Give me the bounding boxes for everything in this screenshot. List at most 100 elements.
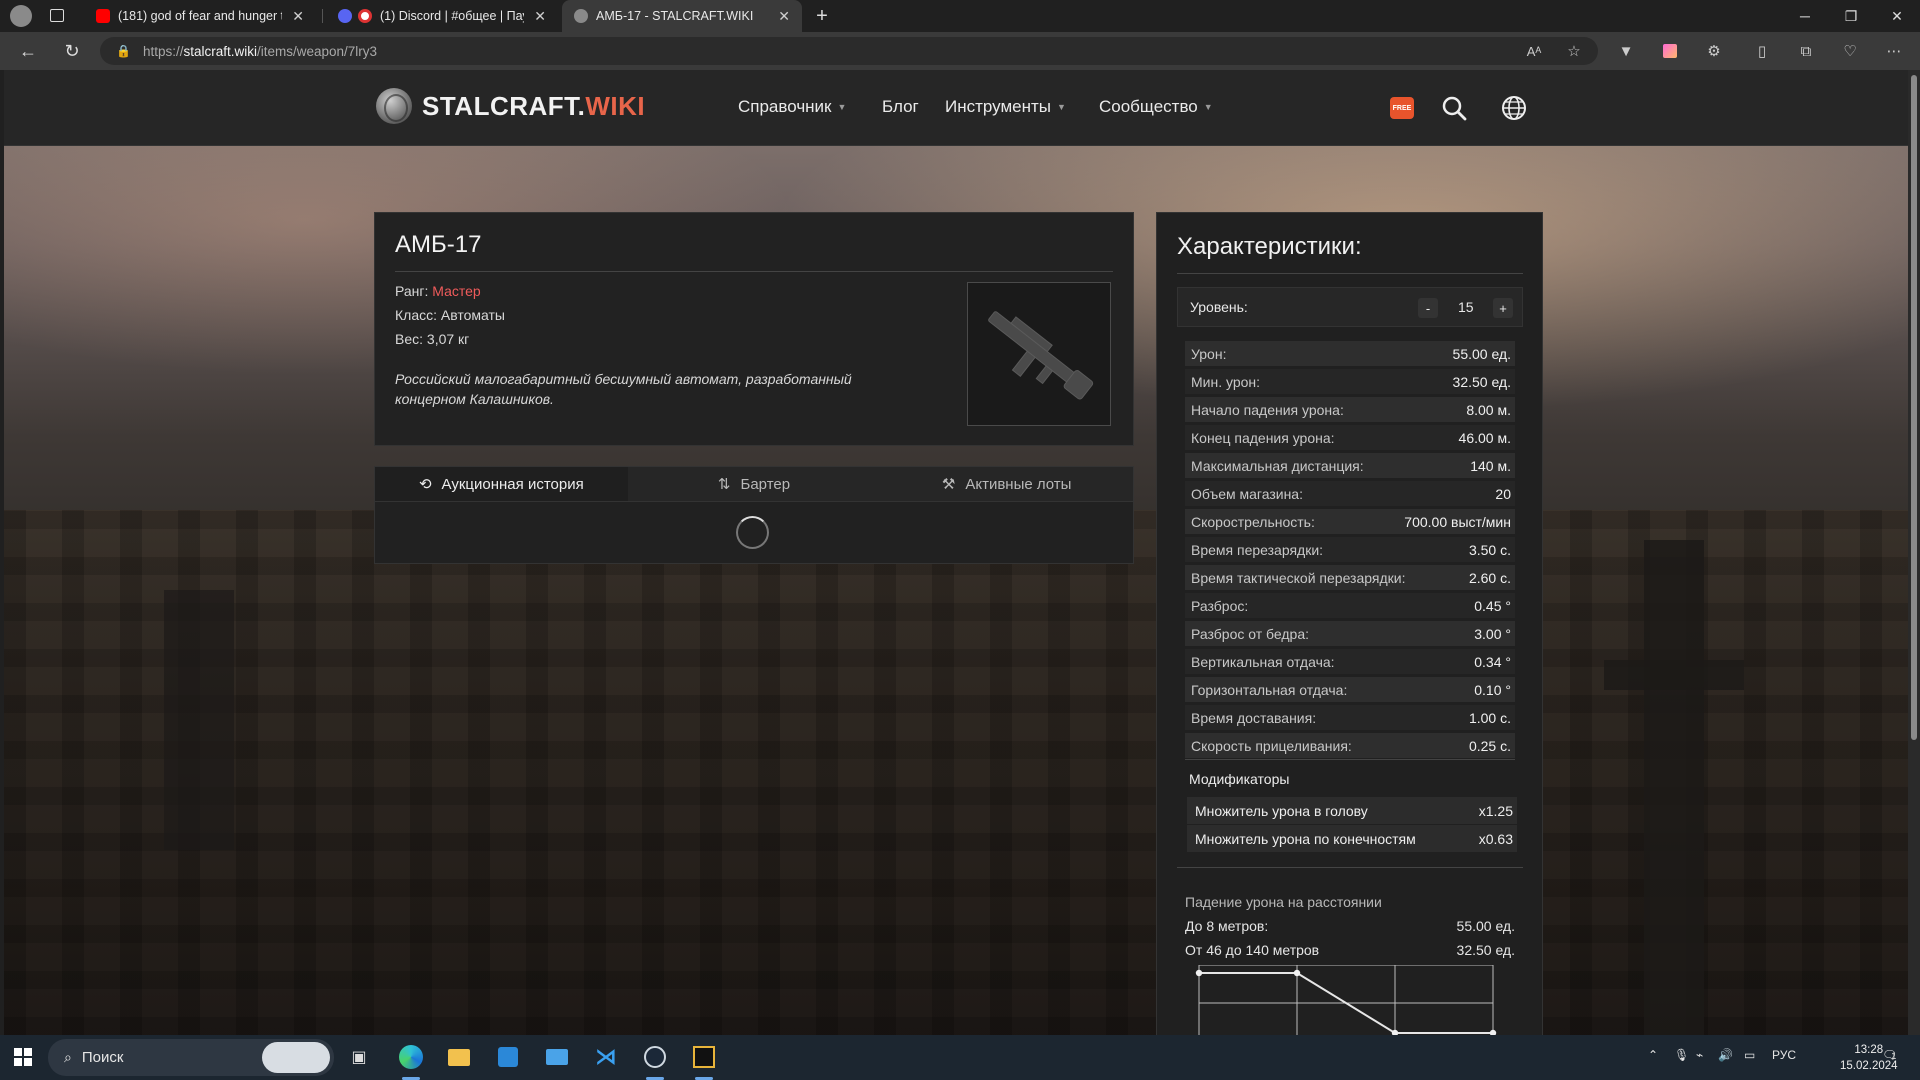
mail-icon[interactable] [542, 1042, 572, 1072]
youtube-favicon-icon [96, 9, 110, 23]
stat-row: Время перезарядки: 3.50 с. [1185, 537, 1515, 562]
split-screen-icon[interactable]: ▯ [1752, 41, 1772, 61]
site-logo[interactable]: STALCRAFT.WIKI [376, 88, 645, 124]
back-button[interactable]: ← [16, 39, 40, 63]
stat-label: Разброс от бедра: [1191, 625, 1309, 642]
vscode-icon[interactable]: ⋊ [591, 1042, 621, 1072]
tab-active-lots[interactable]: ⚒ Активные лоты [880, 467, 1133, 501]
extension-v-icon[interactable]: ▼ [1616, 41, 1636, 61]
page-scrollbar-thumb[interactable] [1911, 75, 1917, 740]
browser-tab-stalcraft[interactable]: АМБ-17 - STALCRAFT.WIKI ✕ [562, 0, 802, 32]
windows-start-icon[interactable] [8, 1042, 38, 1072]
stat-value: 32.50 ед. [1452, 373, 1511, 390]
read-aloud-icon[interactable]: Aᴬ [1524, 41, 1544, 61]
browser-tab-youtube[interactable]: (181) god of fear and hunger the ✕ [84, 0, 316, 32]
taskbar: ⌕ Поиск ▣ ⋊ ⌃ 🎙 ⌁ 🔊 ▭ РУС 13:28 15.02.20… [0, 1035, 1920, 1080]
stat-row: Скорость прицеливания: 0.25 с. [1185, 733, 1515, 758]
tab-actions-icon[interactable] [50, 9, 64, 22]
tab-title: (181) god of fear and hunger the [118, 9, 283, 23]
favorite-star-icon[interactable]: ☆ [1564, 41, 1584, 61]
browser-toolbar: ← ↻ 🔒 https://stalcraft.wiki/items/weapo… [0, 32, 1920, 70]
stat-row: Начало падения урона: 8.00 м. [1185, 397, 1515, 422]
stat-row: Горизонтальная отдача: 0.10 ° [1185, 677, 1515, 702]
free-badge-icon[interactable]: FREE [1390, 97, 1414, 119]
tab-auction-history[interactable]: ⟲ Аукционная история [375, 467, 628, 501]
stat-row: Урон: 55.00 ед. [1185, 341, 1515, 366]
edge-browser-icon[interactable] [396, 1042, 426, 1072]
profile-avatar[interactable] [10, 5, 32, 27]
language-globe-icon[interactable] [1500, 94, 1528, 122]
microphone-icon[interactable]: 🎙 [1674, 1048, 1689, 1062]
discord-favicon-icon [338, 9, 352, 23]
browser-essentials-icon[interactable]: ♡ [1840, 41, 1860, 61]
stat-row: Объем магазина: 20 [1185, 481, 1515, 506]
minimize-button[interactable]: ─ [1782, 0, 1828, 32]
stats-title: Характеристики: [1177, 233, 1362, 260]
tab-barter[interactable]: ⇅ Бартер [628, 467, 881, 501]
more-menu-icon[interactable]: ⋯ [1884, 41, 1904, 61]
url-prefix: https:// [142, 43, 184, 59]
rank-value: Мастер [432, 283, 481, 299]
taskbar-search[interactable]: ⌕ Поиск [48, 1039, 334, 1076]
rifle-icon [988, 311, 1094, 400]
close-tab-icon[interactable]: ✕ [292, 8, 304, 25]
nav-item-blog[interactable]: Блог [882, 97, 919, 117]
new-tab-button[interactable]: + [810, 4, 834, 28]
microsoft-store-icon[interactable] [493, 1042, 523, 1072]
loading-spinner-icon [736, 516, 769, 549]
notifications-icon[interactable]: 🗨1 [1882, 1048, 1897, 1062]
level-increase-button[interactable]: + [1493, 298, 1513, 318]
stat-value: 8.00 м. [1466, 401, 1511, 418]
stat-value: 700.00 выст/мин [1404, 513, 1511, 530]
browser-tab-discord[interactable]: (1) Discord | #общее | Пау ✕ [326, 0, 558, 32]
level-decrease-button[interactable]: - [1418, 298, 1438, 318]
task-view-icon[interactable]: ▣ [344, 1042, 374, 1072]
show-hidden-icons-icon[interactable]: ⌃ [1648, 1048, 1658, 1062]
logo-globe-icon [376, 88, 412, 124]
network-icon[interactable]: ⌁ [1696, 1048, 1703, 1062]
item-title: АМБ-17 [395, 231, 482, 258]
falloff-row: До 8 метров: 55.00 ед. [1185, 918, 1515, 934]
stat-row: Время тактической перезарядки: 2.60 с. [1185, 565, 1515, 590]
copilot-icon[interactable] [262, 1042, 330, 1073]
falloff-point [1293, 969, 1301, 977]
address-bar[interactable]: 🔒 https://stalcraft.wiki/items/weapon/7l… [100, 37, 1598, 65]
stat-value: 0.10 ° [1474, 681, 1511, 698]
stats-panel: Характеристики: Уровень: - 15 + Урон: 55.… [1156, 212, 1543, 1035]
stat-row: Разброс: 0.45 ° [1185, 593, 1515, 618]
tab-panel [374, 502, 1134, 564]
stat-label: Время тактической перезарядки: [1191, 569, 1406, 586]
stat-value: 0.34 ° [1474, 653, 1511, 670]
steam-icon[interactable] [640, 1042, 670, 1072]
page-viewport: STALCRAFT.WIKI Справочник ▼ Блог Инструме… [4, 70, 1908, 1035]
level-value: 15 [1458, 299, 1474, 315]
stalcraft-favicon-icon [574, 9, 588, 23]
search-icon[interactable] [1440, 94, 1468, 122]
volume-icon[interactable]: 🔊 [1718, 1048, 1733, 1062]
close-tab-icon[interactable]: ✕ [534, 8, 546, 25]
display-icon[interactable]: ▭ [1744, 1048, 1755, 1062]
reload-button[interactable]: ↻ [60, 39, 84, 63]
input-language[interactable]: РУС [1772, 1048, 1796, 1062]
close-tab-icon[interactable]: ✕ [778, 8, 790, 25]
nav-item-reference[interactable]: Справочник ▼ [738, 97, 846, 117]
stat-value: 55.00 ед. [1452, 345, 1511, 362]
stat-row: Скорострельность: 700.00 выст/мин [1185, 509, 1515, 534]
extension-color-icon[interactable] [1660, 41, 1680, 61]
url-host: stalcraft.wiki [183, 43, 257, 59]
file-explorer-icon[interactable] [444, 1042, 474, 1072]
extensions-puzzle-icon[interactable]: ⚙ [1704, 41, 1724, 61]
chart-frame [1198, 965, 1494, 1035]
close-window-button[interactable]: ✕ [1874, 0, 1920, 32]
restore-button[interactable]: ❐ [1828, 0, 1874, 32]
item-card: АМБ-17 Ранг: Мастер Класс: Автоматы Вес:… [374, 212, 1134, 446]
nav-item-community[interactable]: Сообщество ▼ [1099, 97, 1213, 117]
nav-item-tools[interactable]: Инструменты ▼ [945, 97, 1066, 117]
item-description: Российский малогабаритный бесшумный авто… [395, 371, 852, 407]
collections-icon[interactable]: ⧉ [1796, 41, 1816, 61]
stat-value: 20 [1495, 485, 1511, 502]
stat-label: Скорость прицеливания: [1191, 737, 1352, 754]
stalcraft-launcher-icon[interactable] [689, 1042, 719, 1072]
stat-value: 0.45 ° [1474, 597, 1511, 614]
stat-label: Скорострельность: [1191, 513, 1315, 530]
